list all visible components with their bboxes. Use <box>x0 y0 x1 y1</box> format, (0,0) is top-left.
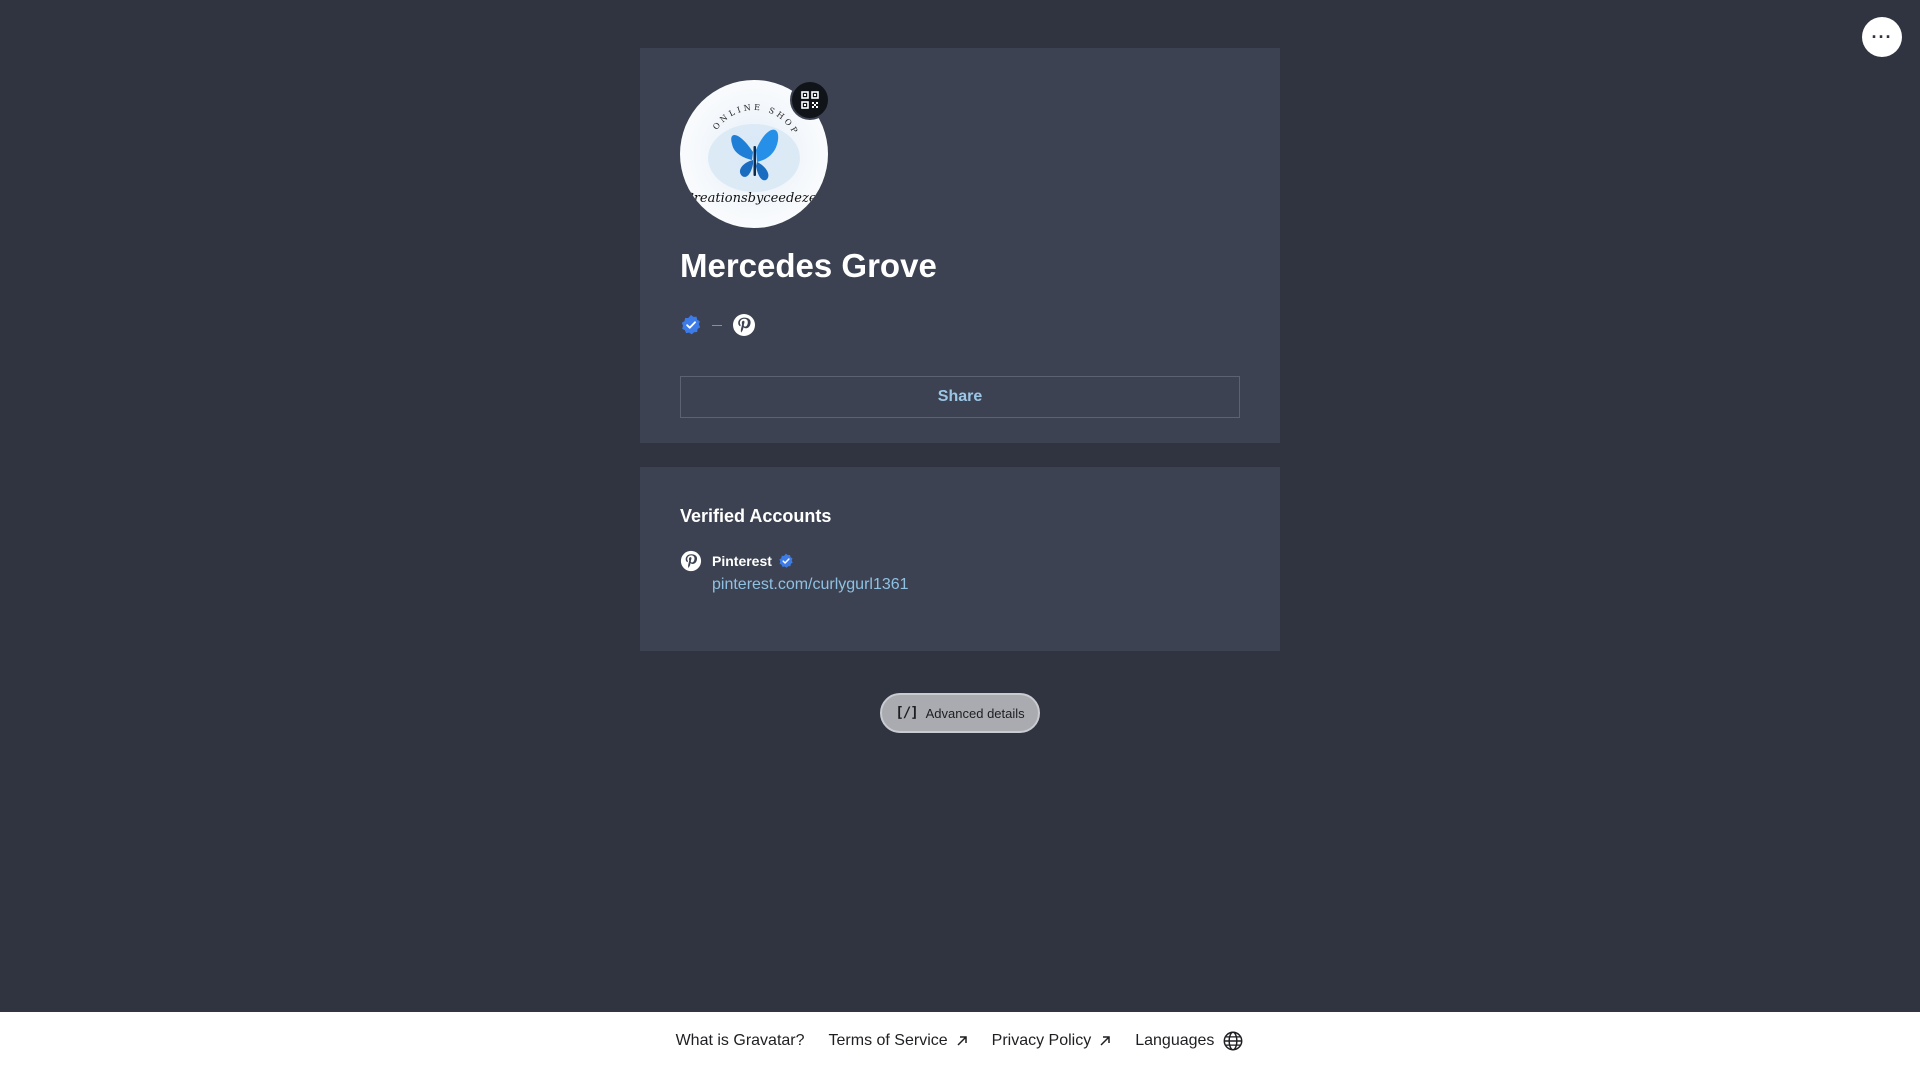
profile-badges <box>680 312 1240 338</box>
account-name-row: Pinterest <box>712 550 909 572</box>
qr-code-button[interactable] <box>790 80 830 120</box>
footer-link-languages[interactable]: Languages <box>1135 1030 1244 1052</box>
footer-link-terms[interactable]: Terms of Service <box>829 1032 968 1050</box>
share-button[interactable]: Share <box>680 376 1240 418</box>
footer-link-privacy[interactable]: Privacy Policy <box>992 1032 1112 1050</box>
footer-link-label: What is Gravatar? <box>675 1032 805 1049</box>
profile-column: ONLINE SHOP Creationsbyceedezee Mercedes… <box>640 48 1280 651</box>
advanced-details-button[interactable]: [/] Advanced details <box>880 693 1040 733</box>
badge-separator <box>712 324 722 326</box>
external-arrow-icon <box>1100 1036 1110 1046</box>
verified-accounts-card: Verified Accounts Pinterest pinterest.co… <box>640 467 1280 651</box>
verified-accounts-title: Verified Accounts <box>680 506 832 526</box>
verified-account-item: Pinterest pinterest.com/curlygurl1361 <box>680 550 1240 594</box>
footer-link-label: Privacy Policy <box>991 1032 1092 1049</box>
verified-badge-icon <box>779 553 793 568</box>
more-horizontal-icon: ··· <box>1871 26 1893 47</box>
footer: What is Gravatar? Terms of Service Priva… <box>0 1012 1920 1080</box>
code-brackets-icon: [/] <box>895 705 918 721</box>
footer-link-what-is-gravatar[interactable]: What is Gravatar? <box>676 1032 805 1050</box>
more-options-button[interactable]: ··· <box>1862 17 1902 57</box>
account-url-link[interactable]: pinterest.com/curlygurl1361 <box>712 576 909 594</box>
footer-link-label: Terms of Service <box>828 1032 948 1049</box>
advanced-details-wrap: [/] Advanced details <box>880 693 1040 733</box>
avatar-wrap: ONLINE SHOP Creationsbyceedezee <box>680 80 830 228</box>
avatar-text-script: Creationsbyceedezee <box>684 191 825 206</box>
pinterest-icon <box>680 550 702 572</box>
external-arrow-icon <box>957 1036 967 1046</box>
profile-page: ··· ONLINE SHOP Creationsbyceedezee Merc… <box>0 0 1920 1080</box>
globe-icon <box>1223 1031 1243 1051</box>
qr-code-icon <box>801 91 819 109</box>
footer-link-label: Languages <box>1135 1032 1215 1049</box>
account-details: Pinterest pinterest.com/curlygurl1361 <box>712 550 909 594</box>
advanced-details-label: Advanced details <box>925 705 1025 721</box>
profile-name: Mercedes Grove <box>680 247 937 284</box>
account-name: Pinterest <box>712 553 772 569</box>
profile-card: ONLINE SHOP Creationsbyceedezee Mercedes… <box>640 48 1280 443</box>
verified-badge-icon[interactable] <box>680 314 702 336</box>
pinterest-icon[interactable] <box>732 313 756 337</box>
